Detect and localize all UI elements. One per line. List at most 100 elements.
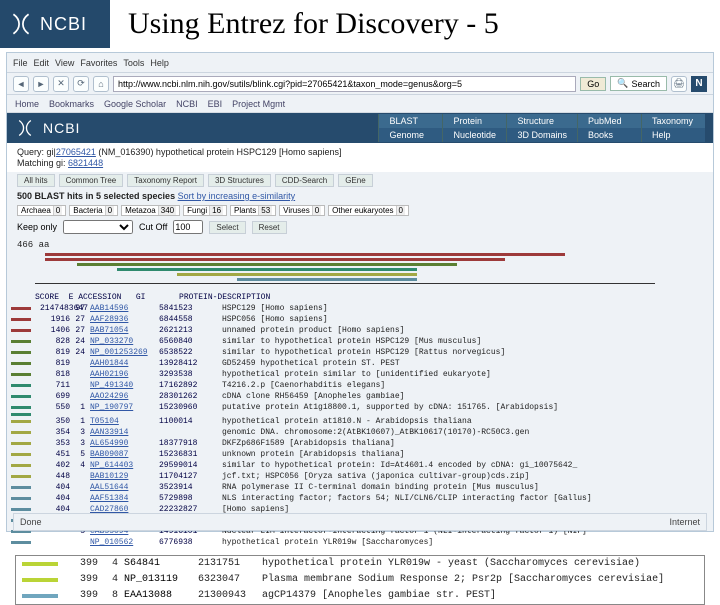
- nav-tab-protein[interactable]: Protein: [442, 114, 506, 128]
- accession-link[interactable]: AAF51384: [90, 494, 128, 503]
- hits-summary-line: 500 BLAST hits in 5 selected species Sor…: [7, 189, 713, 203]
- analysis-taxonomy-report[interactable]: Taxonomy Report: [127, 174, 204, 187]
- accession-link[interactable]: NP_491340: [90, 381, 133, 390]
- accession-link[interactable]: BAB10129: [90, 472, 128, 481]
- cutoff-input[interactable]: [173, 220, 203, 234]
- hit-row[interactable]: 191627AAF289366844558HSPC056 [Homo sapie…: [7, 314, 713, 325]
- cutoff-label: Cut Off: [139, 222, 167, 232]
- hit-row[interactable]: 4515BAB0908715236831unknown protein [Ara…: [7, 449, 713, 460]
- accession-link[interactable]: AAH02196: [90, 370, 128, 379]
- query-gi-link[interactable]: 27065421: [56, 147, 96, 157]
- search-icon: 🔍: [617, 78, 628, 89]
- hit-row[interactable]: 5501NP_19079715230960putative protein At…: [7, 402, 713, 413]
- hit-row[interactable]: 3533AL65499018377918DKFZp686F1589 [Arabi…: [7, 438, 713, 449]
- accession-link[interactable]: NP_010562: [90, 538, 133, 547]
- hit-row[interactable]: 140627BAB710542621213unnamed protein pro…: [7, 325, 713, 336]
- accession-link[interactable]: AL654990: [90, 439, 128, 448]
- accession-link[interactable]: T05104: [90, 417, 119, 426]
- focus-hit-row[interactable]: 3998EAA1308821300943agCP14379 [Anopheles…: [16, 588, 704, 604]
- search-button[interactable]: 🔍Search: [610, 76, 667, 91]
- analysis-gene[interactable]: GEne: [338, 174, 372, 187]
- accession-link[interactable]: BAB09087: [90, 450, 128, 459]
- taxa-counter-viruses[interactable]: Viruses0: [279, 205, 325, 216]
- matching-gi-link[interactable]: 6821448: [68, 158, 103, 168]
- nav-tab-3d-domains[interactable]: 3D Domains: [506, 128, 577, 142]
- hit-row[interactable]: 711NP_49134017162892T4216.2.p [Caenorhab…: [7, 380, 713, 391]
- hit-row[interactable]: 818AAH021963293538hypothetical protein s…: [7, 369, 713, 380]
- hit-row[interactable]: 404AAF513845729898NLS interacting factor…: [7, 493, 713, 504]
- taxa-counter-fungi[interactable]: Fungi16: [183, 205, 227, 216]
- accession-link[interactable]: BAB71054: [90, 326, 128, 335]
- hit-row[interactable]: 4024NP_61440329599014similar to hypothet…: [7, 460, 713, 471]
- keep-select[interactable]: [63, 220, 133, 234]
- accession-link[interactable]: AAB14596: [90, 304, 128, 313]
- accession-link[interactable]: AAH01844: [90, 359, 128, 368]
- nav-tab-blast[interactable]: BLAST: [378, 114, 442, 128]
- taxa-counter-bacteria[interactable]: Bacteria0: [69, 205, 118, 216]
- hit-row[interactable]: 81924NP_0012532696538522similar to hypot…: [7, 347, 713, 358]
- bookmarks-bar: Home Bookmarks Google Scholar NCBI EBI Projec…: [7, 95, 713, 113]
- bookmark-item[interactable]: Project Mgmt: [232, 99, 285, 109]
- taxa-counter-other eukaryotes[interactable]: Other eukaryotes0: [328, 205, 409, 216]
- taxa-counter-metazoa[interactable]: Metazoa340: [121, 205, 180, 216]
- bookmark-item[interactable]: Google Scholar: [104, 99, 166, 109]
- menu-view[interactable]: View: [55, 58, 74, 68]
- go-button[interactable]: Go: [580, 77, 606, 91]
- forward-icon[interactable]: ►: [33, 76, 49, 92]
- stop-icon[interactable]: ✕: [53, 76, 69, 92]
- status-right: Internet: [669, 517, 700, 527]
- hit-row[interactable]: 404AAL516443523914RNA polymerase II C-te…: [7, 482, 713, 493]
- bookmark-item[interactable]: NCBI: [176, 99, 198, 109]
- status-left: Done: [20, 517, 42, 527]
- analysis-3d-structures[interactable]: 3D Structures: [208, 174, 271, 187]
- menu-favorites[interactable]: Favorites: [80, 58, 117, 68]
- accession-link[interactable]: AAN33914: [90, 428, 128, 437]
- select-button[interactable]: Select: [209, 221, 245, 234]
- bookmark-item[interactable]: Bookmarks: [49, 99, 94, 109]
- nav-tab-nucleotide[interactable]: Nucleotide: [442, 128, 506, 142]
- accession-link[interactable]: NP_190797: [90, 403, 133, 412]
- hit-row[interactable]: 3501T051041100014hypothetical protein at…: [7, 416, 713, 427]
- hit-row[interactable]: 82824NP_0332706560840similar to hypothet…: [7, 336, 713, 347]
- hit-row[interactable]: 819AAH0184413928412GD52459 hypothetical …: [7, 358, 713, 369]
- analysis-cdd-search[interactable]: CDD-Search: [275, 174, 334, 187]
- accession-link[interactable]: NP_033270: [90, 337, 133, 346]
- nav-tab-help[interactable]: Help: [641, 128, 705, 142]
- bookmark-item[interactable]: Home: [15, 99, 39, 109]
- alignment-schematic: [7, 250, 713, 282]
- accession-link[interactable]: AAL51644: [90, 483, 128, 492]
- analysis-common-tree[interactable]: Common Tree: [59, 174, 124, 187]
- menu-file[interactable]: File: [13, 58, 28, 68]
- accession-link[interactable]: NP_001253269: [90, 348, 148, 357]
- taxa-counter-plants[interactable]: Plants53: [230, 205, 276, 216]
- address-bar[interactable]: [113, 76, 576, 92]
- analysis-all-hits[interactable]: All hits: [17, 174, 55, 187]
- hit-row[interactable]: NP_0105626776938hypothetical protein YLR…: [7, 537, 713, 548]
- menu-edit[interactable]: Edit: [34, 58, 50, 68]
- sort-link[interactable]: Sort by increasing e-similarity: [178, 191, 296, 201]
- focus-hit-row[interactable]: 3994 S648412131751hypothetical protein Y…: [16, 556, 704, 572]
- bookmark-item[interactable]: EBI: [208, 99, 223, 109]
- accession-link[interactable]: NP_614403: [90, 461, 133, 470]
- nav-tab-structure[interactable]: Structure: [506, 114, 577, 128]
- taxa-counter-archaea[interactable]: Archaea0: [17, 205, 66, 216]
- print-icon[interactable]: 🖨: [671, 76, 687, 92]
- reset-button[interactable]: Reset: [252, 221, 287, 234]
- nav-tab-pubmed[interactable]: PubMed: [577, 114, 641, 128]
- refresh-icon[interactable]: ⟳: [73, 76, 89, 92]
- menu-tools[interactable]: Tools: [123, 58, 144, 68]
- hit-row[interactable]: 214748364797AAB145965841523HSPC129 [Homo…: [7, 303, 713, 314]
- home-icon[interactable]: ⌂: [93, 76, 109, 92]
- hit-row[interactable]: 699AAO2429628301262cDNA clone RH56459 [A…: [7, 391, 713, 402]
- menu-help[interactable]: Help: [150, 58, 169, 68]
- nav-tab-taxonomy[interactable]: Taxonomy: [641, 114, 705, 128]
- nav-tab-books[interactable]: Books: [577, 128, 641, 142]
- ncbi-helix-icon: [8, 11, 34, 37]
- focus-hit-row[interactable]: 3994NP_0131196323047Plasma membrane Sodi…: [16, 572, 704, 588]
- hit-row[interactable]: 3543AAN33914genomic DNA. chromosome:2(At…: [7, 427, 713, 438]
- hit-row[interactable]: 448BAB1012911704127jcf.txt; HSPC056 [Ory…: [7, 471, 713, 482]
- accession-link[interactable]: AAO24296: [90, 392, 128, 401]
- back-icon[interactable]: ◄: [13, 76, 29, 92]
- nav-tab-genome[interactable]: Genome: [378, 128, 442, 142]
- accession-link[interactable]: AAF28936: [90, 315, 128, 324]
